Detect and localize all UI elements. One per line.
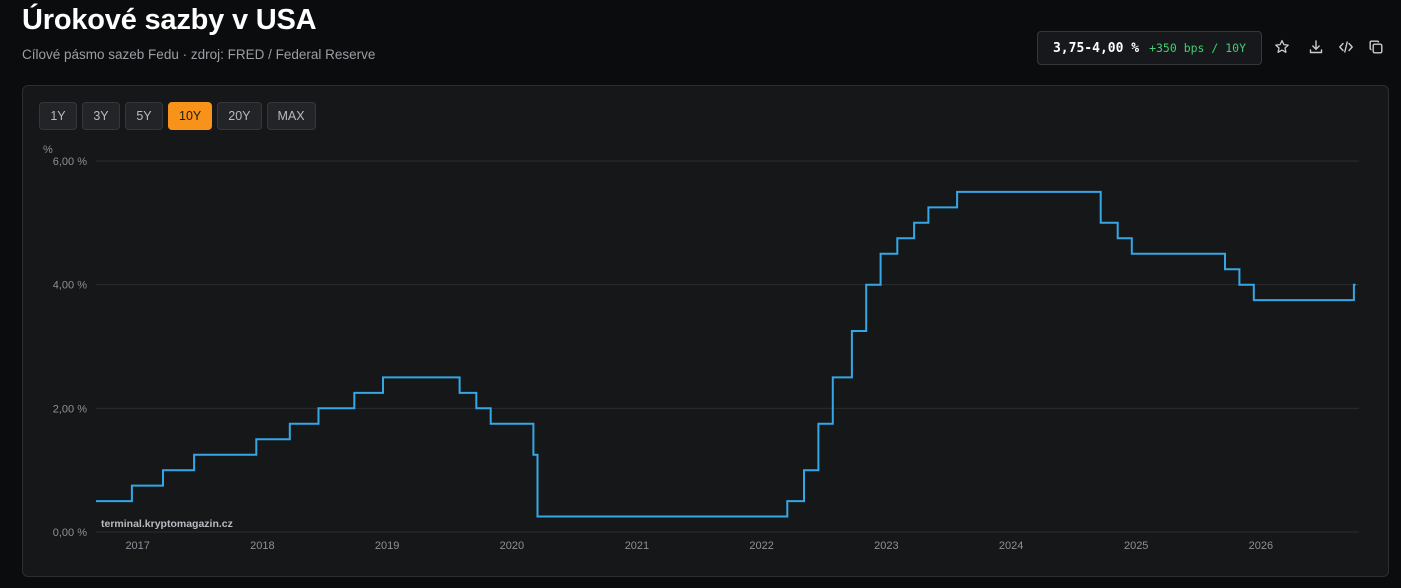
x-tick-label: 2017 (125, 540, 149, 552)
chart-panel: 1Y 3Y 5Y 10Y 20Y MAX 0,00 % 2,00 % 4,00 % 6… (22, 85, 1389, 577)
y-tick-label: 2,00 % (53, 403, 87, 415)
y-tick-label: 4,00 % (53, 280, 87, 292)
y-axis-unit-label: % (43, 144, 53, 156)
watermark: terminal.kryptomagazin.cz (101, 518, 233, 530)
page-subtitle: Cílové pásmo sazeb Fedu · zdroj: FRED / … (22, 47, 376, 62)
current-rate-value: 3,75-4,00 % (1052, 40, 1140, 56)
x-tick-label: 2022 (749, 540, 773, 552)
rate-series-line (96, 190, 1356, 518)
x-tick-label: 2020 (500, 540, 524, 552)
star-icon[interactable] (1271, 36, 1293, 58)
rate-change-value: +350 bps / 10Y (1149, 41, 1247, 55)
x-tick-label: 2025 (1124, 540, 1148, 552)
y-tick-label: 6,00 % (53, 156, 87, 168)
embed-code-icon[interactable] (1335, 36, 1357, 58)
copy-icon[interactable] (1365, 36, 1387, 58)
download-icon[interactable] (1305, 36, 1327, 58)
x-tick-label: 2023 (874, 540, 898, 552)
x-tick-label: 2019 (375, 540, 399, 552)
y-tick-label: 0,00 % (53, 527, 87, 539)
x-tick-label: 2026 (1249, 540, 1273, 552)
rate-chart: 0,00 % 2,00 % 4,00 % 6,00 % 2017 2018 2019 202… (43, 144, 1359, 552)
x-tick-label: 2021 (625, 540, 649, 552)
page-title: Úrokové sazby v USA (22, 4, 317, 36)
x-tick-label: 2018 (250, 540, 274, 552)
current-rate-badge: 3,75-4,00 % +350 bps / 10Y (1037, 31, 1262, 65)
x-tick-label: 2024 (999, 540, 1023, 552)
